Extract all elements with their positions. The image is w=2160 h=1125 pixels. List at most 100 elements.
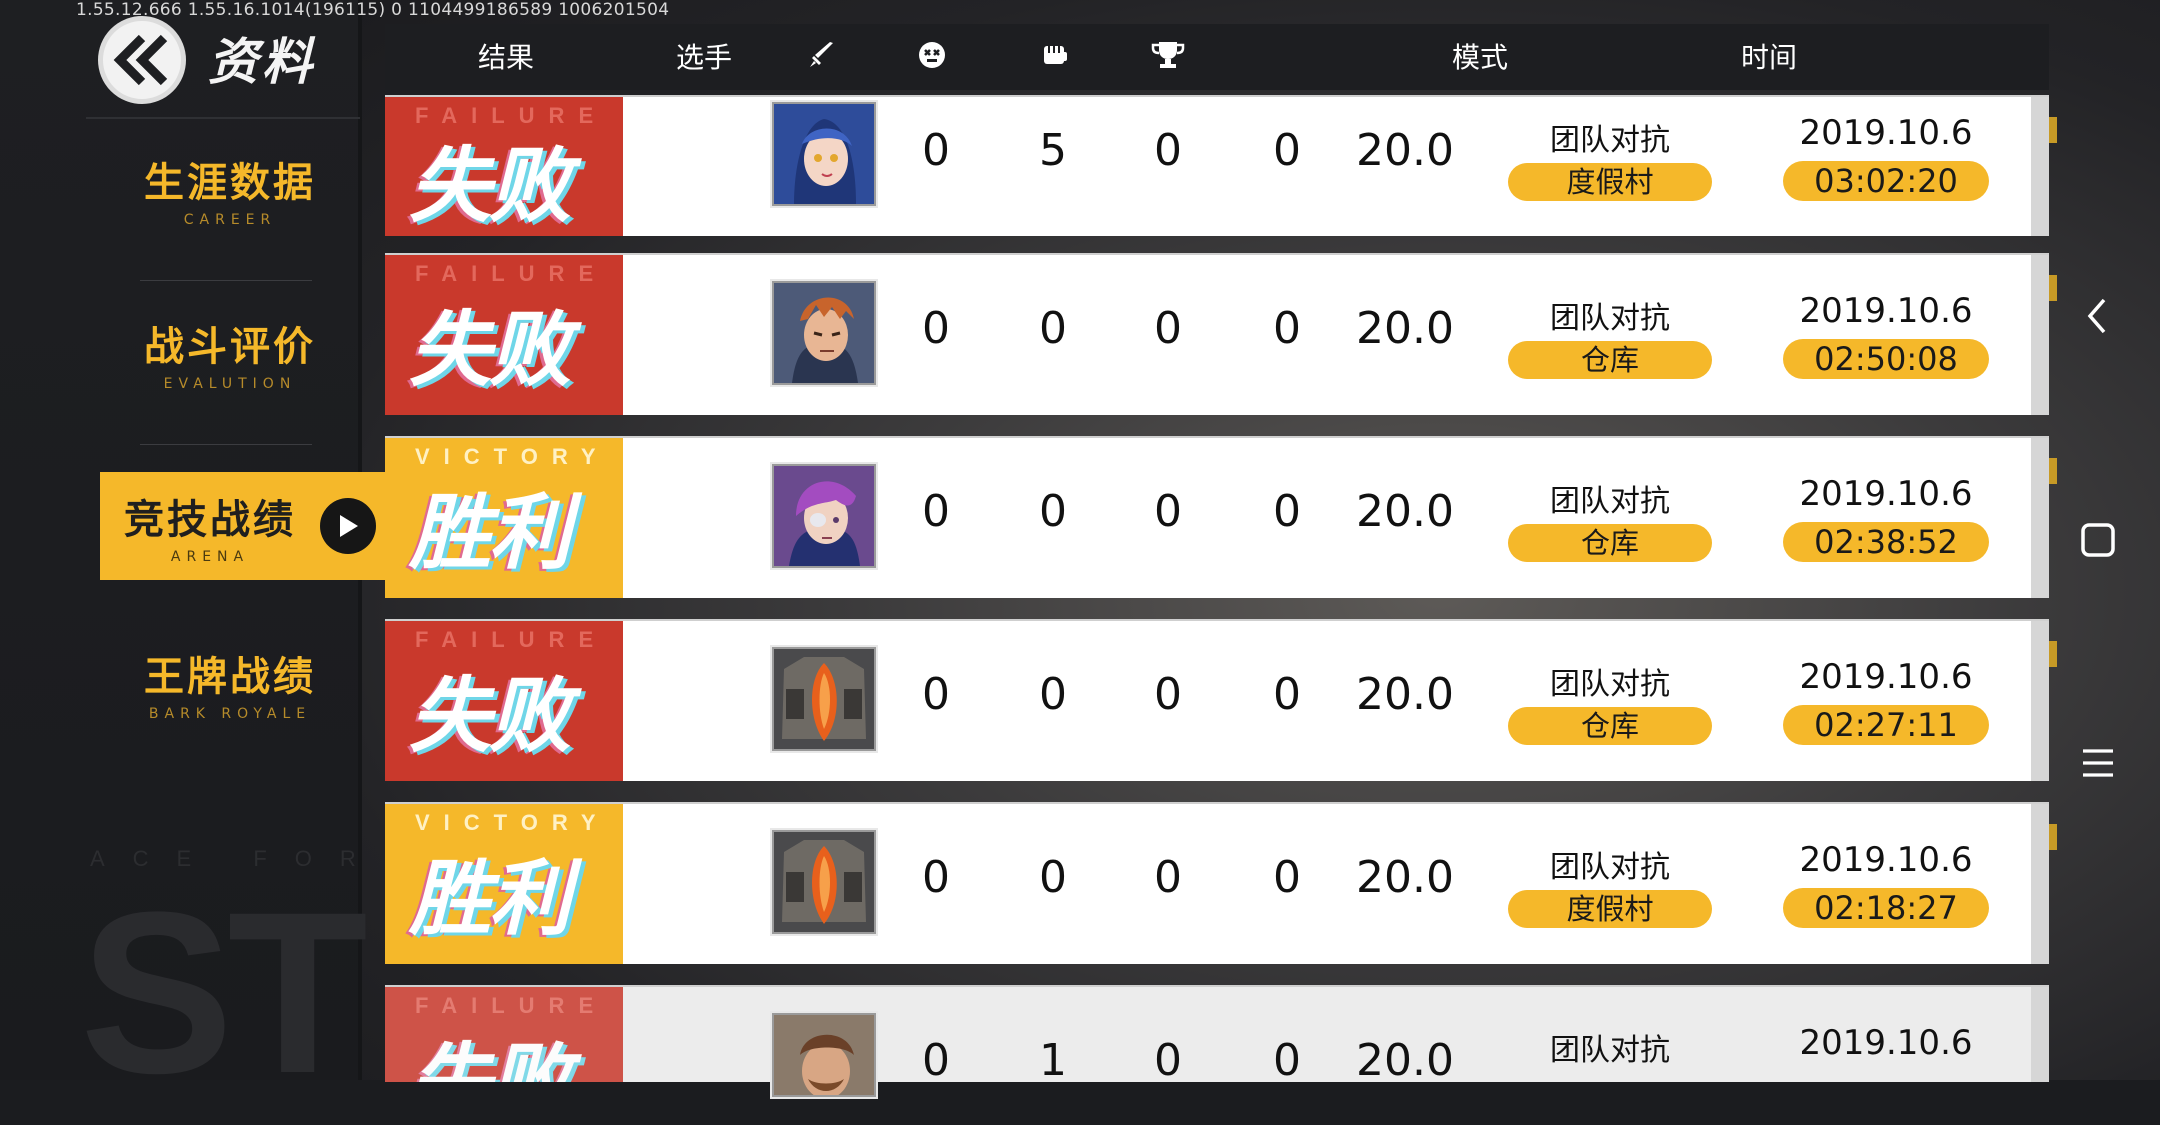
player-portrait <box>772 830 876 934</box>
date-label: 2019.10.6 <box>1799 291 1973 331</box>
sidebar-divider <box>140 444 312 445</box>
sidebar-item-arena[interactable]: 竞技战绩 ARENA <box>100 472 390 580</box>
sidebar-item-sublabel: BARK ROYALE <box>148 706 312 722</box>
mvp-value: 0 <box>1273 486 1301 537</box>
sidebar-item-career[interactable]: 生涯数据 CAREER <box>100 130 360 248</box>
assists-value: 0 <box>1154 669 1182 720</box>
table-row[interactable]: FAILURE 失败 0 0 0 0 20.0 团队对抗 仓库 2019.10.… <box>385 619 2057 781</box>
sidebar-item-sublabel: ARENA <box>170 549 250 565</box>
deaths-value: 0 <box>1039 303 1067 354</box>
deaths-value: 5 <box>1039 125 1067 176</box>
mvp-value: 0 <box>1273 1035 1301 1086</box>
sidebar-item-label: 竞技战绩 <box>124 497 296 543</box>
date-label: 2019.10.6 <box>1799 474 1973 514</box>
table-header: 结果 选手 模式 时间 <box>385 24 2049 90</box>
debug-version-text: 1.55.12.666 1.55.16.1014(196115) 0 11044… <box>76 0 670 20</box>
assists-value: 0 <box>1154 1035 1182 1086</box>
mvp-value: 0 <box>1273 669 1301 720</box>
row-edge <box>2031 621 2049 781</box>
score-value: 20.0 <box>1356 852 1454 903</box>
sword-icon <box>807 40 837 74</box>
kills-value: 0 <box>922 852 950 903</box>
score-value: 20.0 <box>1356 486 1454 537</box>
assists-value: 0 <box>1154 486 1182 537</box>
table-row[interactable]: FAILURE 失败 0 0 0 0 20.0 团队对抗 仓库 2019.10.… <box>385 253 2057 415</box>
sidebar-item-sublabel: EVALUTION <box>163 376 297 392</box>
double-chevron-left-icon <box>113 34 168 86</box>
result-badge-failure: FAILURE 失败 <box>385 987 623 1082</box>
player-portrait <box>772 281 876 385</box>
assists-value: 0 <box>1154 852 1182 903</box>
sidebar-item-bark-royale[interactable]: 王牌战绩 BARK ROYALE <box>100 624 360 742</box>
table-row[interactable]: FAILURE 失败 0 1 0 0 20.0 团队对抗 2019.10.6 <box>385 985 2049 1097</box>
date-label: 2019.10.6 <box>1799 657 1973 697</box>
result-zh-label: 失败 <box>409 669 571 764</box>
player-portrait <box>772 1013 876 1097</box>
time-badge: 02:50:08 <box>1783 339 1989 379</box>
result-badge-failure: FAILURE 失败 <box>385 97 623 236</box>
row-edge <box>2031 255 2049 415</box>
match-list[interactable]: FAILURE 失败 0 5 0 0 20.0 团队对抗 度假村 2019.10… <box>385 95 2057 1097</box>
score-value: 20.0 <box>1356 669 1454 720</box>
time-badge: 02:18:27 <box>1783 888 1989 928</box>
back-icon[interactable] <box>2080 296 2116 340</box>
deaths-value: 1 <box>1039 1035 1067 1086</box>
mvp-value: 0 <box>1273 852 1301 903</box>
table-row[interactable]: FAILURE 失败 0 5 0 0 20.0 团队对抗 度假村 2019.10… <box>385 95 2057 236</box>
sidebar-item-label: 战斗评价 <box>144 324 316 370</box>
date-label: 2019.10.6 <box>1799 113 1973 153</box>
map-badge: 度假村 <box>1508 890 1712 928</box>
row-edge <box>2031 438 2049 598</box>
sidebar-item-label: 生涯数据 <box>144 160 316 206</box>
column-header-result: 结果 <box>477 41 535 74</box>
play-icon <box>320 498 376 554</box>
deaths-value: 0 <box>1039 486 1067 537</box>
kills-value: 0 <box>922 486 950 537</box>
table-row[interactable]: VICTORY 胜利 0 0 0 0 20.0 团队对抗 度假村 2019.10… <box>385 802 2057 964</box>
map-badge: 仓库 <box>1508 341 1712 379</box>
trophy-icon <box>1151 40 1185 74</box>
deaths-value: 0 <box>1039 669 1067 720</box>
home-square-icon[interactable] <box>2080 522 2116 562</box>
mode-label: 团队对抗 <box>1550 1033 1670 1068</box>
result-zh-label: 失败 <box>409 1015 571 1082</box>
score-value: 20.0 <box>1356 303 1454 354</box>
row-edge-mark <box>2049 641 2057 667</box>
row-edge <box>2031 987 2049 1082</box>
assists-value: 0 <box>1154 125 1182 176</box>
player-portrait <box>772 647 876 751</box>
row-edge-mark <box>2049 824 2057 850</box>
map-badge: 度假村 <box>1508 163 1712 201</box>
sidebar-item-evaluation[interactable]: 战斗评价 EVALUTION <box>100 294 360 412</box>
column-header-time: 时间 <box>1740 41 1798 74</box>
assists-value: 0 <box>1154 303 1182 354</box>
kills-value: 0 <box>922 303 950 354</box>
date-label: 2019.10.6 <box>1799 1023 1973 1063</box>
map-badge: 仓库 <box>1508 524 1712 562</box>
time-badge: 02:38:52 <box>1783 522 1989 562</box>
back-button[interactable] <box>98 16 186 104</box>
mode-label: 团队对抗 <box>1550 667 1670 702</box>
result-badge-failure: FAILURE 失败 <box>385 255 623 415</box>
background-deco-large: ST <box>80 864 368 1121</box>
map-badge: 仓库 <box>1508 707 1712 745</box>
result-badge-victory: VICTORY 胜利 <box>385 804 623 964</box>
mode-label: 团队对抗 <box>1550 850 1670 885</box>
page-title: 资料 <box>208 33 316 91</box>
result-zh-label: 失败 <box>409 303 571 398</box>
table-row[interactable]: VICTORY 胜利 0 0 0 0 20.0 团队对抗 仓库 2019.10.… <box>385 436 2057 598</box>
time-badge: 03:02:20 <box>1783 161 1989 201</box>
row-edge-mark <box>2049 275 2057 301</box>
mvp-value: 0 <box>1273 125 1301 176</box>
score-value: 20.0 <box>1356 125 1454 176</box>
mode-label: 团队对抗 <box>1550 484 1670 519</box>
player-portrait <box>772 464 876 568</box>
row-edge-mark <box>2049 117 2057 143</box>
row-edge-mark <box>2049 458 2057 484</box>
result-badge-failure: FAILURE 失败 <box>385 621 623 781</box>
player-portrait <box>772 102 876 206</box>
menu-icon[interactable] <box>2080 746 2116 784</box>
time-badge: 02:27:11 <box>1783 705 1989 745</box>
kills-value: 0 <box>922 1035 950 1086</box>
result-zh-label: 胜利 <box>409 486 571 581</box>
